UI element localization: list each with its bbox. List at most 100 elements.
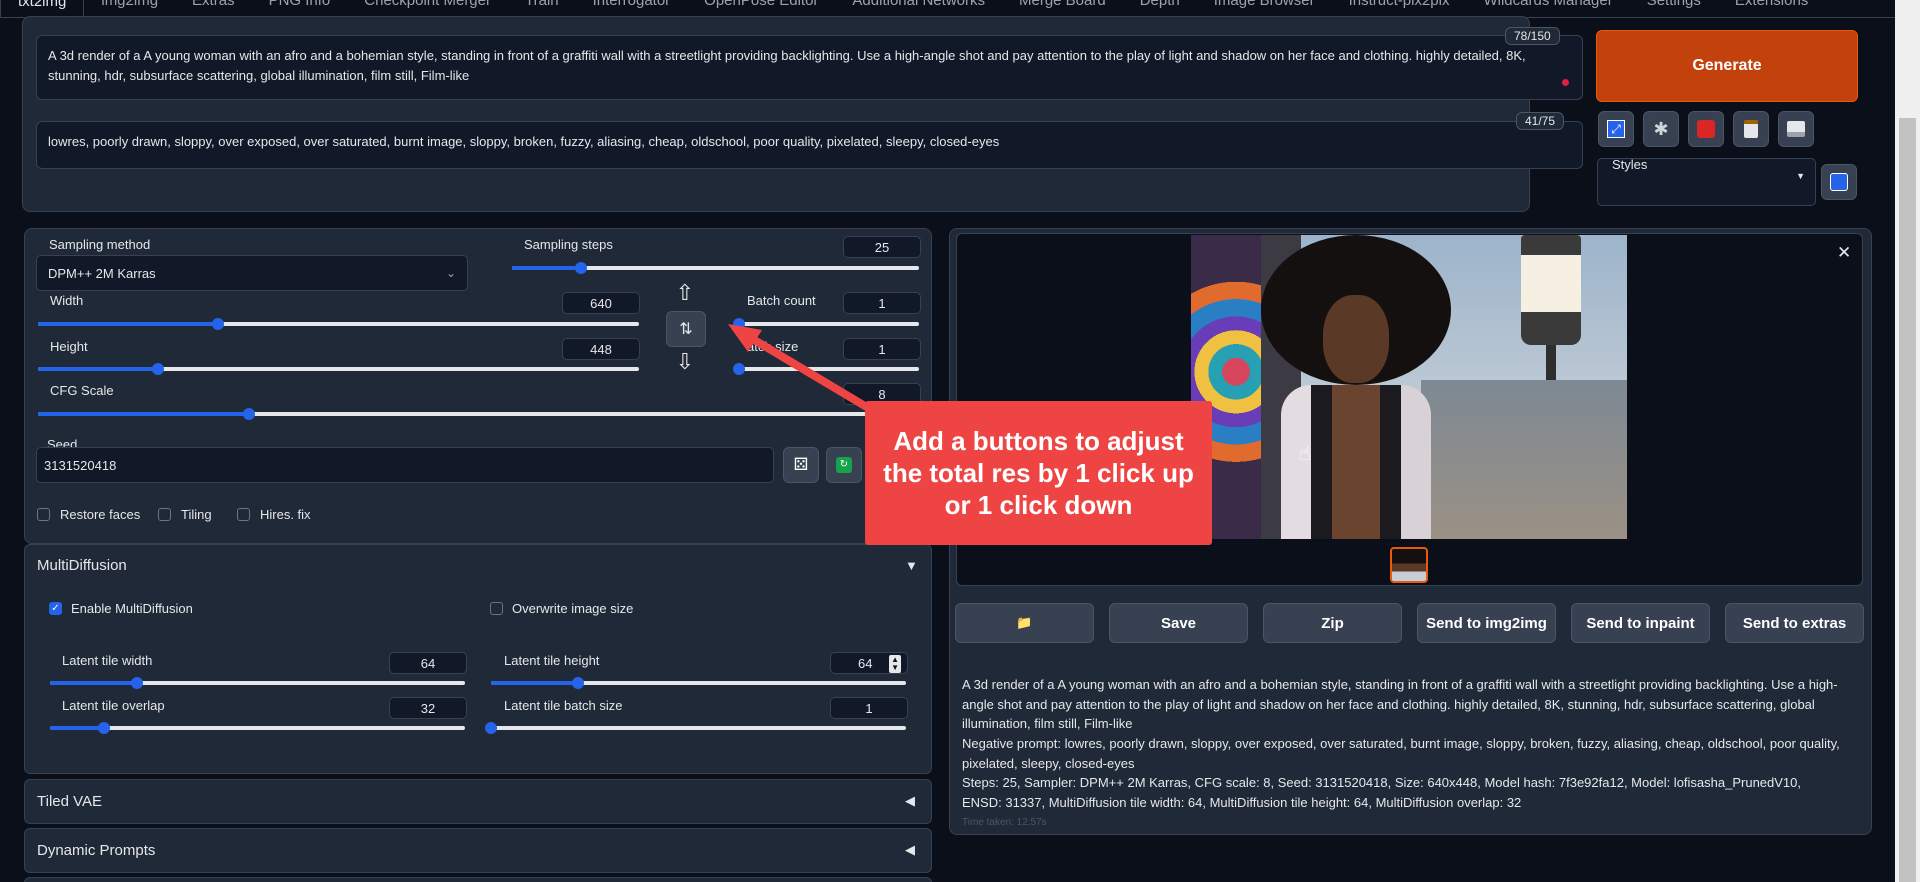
art-icon[interactable] — [1688, 111, 1724, 147]
width-slider[interactable] — [38, 318, 639, 330]
batch-size-slider[interactable] — [733, 363, 919, 375]
batch-size-input[interactable]: 1 — [843, 338, 921, 360]
height-input[interactable]: 448 — [562, 338, 640, 360]
next-accordion[interactable] — [24, 877, 932, 882]
send-to-img2img-button[interactable]: Send to img2img — [1417, 603, 1556, 643]
open-folder-button[interactable]: 📁 — [955, 603, 1094, 643]
enable-multidiffusion-checkbox[interactable]: ✓ Enable MultiDiffusion — [49, 601, 193, 616]
apply-styles-icon[interactable] — [1821, 164, 1857, 200]
positive-token-counter: 78/150 — [1505, 27, 1560, 45]
save-button[interactable]: Save — [1109, 603, 1248, 643]
generate-button[interactable]: Generate — [1596, 30, 1858, 102]
multidiffusion-title[interactable]: MultiDiffusion — [37, 557, 127, 574]
sampling-steps-slider[interactable] — [512, 262, 919, 274]
slider-fill — [38, 412, 250, 416]
width-input[interactable]: 640 — [562, 292, 640, 314]
height-slider[interactable] — [38, 363, 639, 375]
restore-faces-label: Restore faces — [60, 507, 141, 522]
generated-image[interactable] — [1191, 235, 1627, 539]
mouse-cursor-icon: ☝ — [1299, 443, 1312, 465]
generation-info-positive: A 3d render of a A young woman with an a… — [962, 677, 1838, 731]
negative-prompt-input[interactable]: lowres, poorly drawn, sloppy, over expos… — [36, 121, 1583, 169]
slider-fill — [38, 322, 219, 326]
tab-depth[interactable]: Depth — [1123, 0, 1197, 17]
cfg-scale-slider[interactable] — [38, 408, 919, 420]
tiling-checkbox[interactable]: Tiling — [158, 507, 212, 522]
tile-batch-label: Latent tile batch size — [504, 698, 623, 713]
tile-overlap-slider[interactable] — [50, 722, 465, 734]
dynamic-prompts-accordion[interactable] — [24, 828, 932, 873]
tile-width-slider[interactable] — [50, 677, 465, 689]
expand-arrow-icon[interactable]: ◀ — [905, 793, 915, 809]
random-seed-icon[interactable]: ⚄ — [783, 447, 819, 483]
tab-interrogator[interactable]: Interrogator — [576, 0, 688, 17]
checkbox-box — [490, 602, 503, 615]
tile-batch-slider[interactable] — [485, 722, 906, 734]
tile-height-label: Latent tile height — [504, 653, 600, 668]
tile-height-input[interactable]: 64 ▲ ▼ — [830, 652, 908, 674]
scrollbar-thumb[interactable] — [1899, 118, 1916, 882]
overwrite-image-size-checkbox[interactable]: Overwrite image size — [490, 601, 633, 616]
stepper-icon[interactable]: ▲ ▼ — [889, 655, 901, 673]
resolution-up-icon[interactable]: ⇧ — [668, 282, 702, 305]
hires-fix-checkbox[interactable]: Hires. fix — [237, 507, 311, 522]
sampling-steps-label: Sampling steps — [524, 237, 613, 252]
tab-extras[interactable]: Extras — [175, 0, 252, 17]
slider-handle[interactable] — [733, 363, 745, 375]
clipboard-icon[interactable] — [1733, 111, 1769, 147]
batch-size-label: atch size — [747, 339, 799, 354]
edit-icon[interactable]: ⤢ — [1598, 111, 1634, 147]
hires-fix-label: Hires. fix — [260, 507, 311, 522]
tiled-vae-title[interactable]: Tiled VAE — [37, 793, 102, 810]
send-to-extras-button[interactable]: Send to extras — [1725, 603, 1864, 643]
tab-png-info[interactable]: PNG Info — [252, 0, 348, 17]
tab-settings[interactable]: Settings — [1630, 0, 1718, 17]
overwrite-image-size-label: Overwrite image size — [512, 601, 634, 616]
tab-img2img[interactable]: img2img — [84, 0, 175, 17]
swap-dimensions-button[interactable]: ⇅ — [666, 311, 706, 347]
sampling-method-dropdown[interactable]: DPM++ 2M Karras ⌄ — [36, 255, 468, 291]
batch-count-slider[interactable] — [733, 318, 919, 330]
tab-wildcards-manager[interactable]: Wildcards Manager — [1466, 0, 1629, 17]
resolution-down-icon[interactable]: ⇩ — [668, 351, 702, 374]
positive-prompt-input[interactable]: A 3d render of a A young woman with an a… — [36, 35, 1583, 100]
tab-merge-board[interactable]: Merge Board — [1002, 0, 1123, 17]
tab-train[interactable]: Train — [508, 0, 576, 17]
batch-count-input[interactable]: 1 — [843, 292, 921, 314]
trash-icon[interactable]: ✱ — [1643, 111, 1679, 147]
dynamic-prompts-title[interactable]: Dynamic Prompts — [37, 842, 155, 859]
collapse-arrow-icon[interactable]: ▼ — [905, 558, 918, 573]
save-style-icon[interactable] — [1778, 111, 1814, 147]
tab-extensions[interactable]: Extensions — [1718, 0, 1825, 17]
slider-fill — [491, 681, 579, 685]
tab-instruct-pix2pix[interactable]: Instruct-pix2pix — [1332, 0, 1467, 17]
restore-faces-checkbox[interactable]: Restore faces — [37, 507, 140, 522]
negative-token-counter: 41/75 — [1516, 112, 1565, 130]
sampling-steps-input[interactable]: 25 — [843, 236, 921, 258]
styles-dropdown[interactable]: Styles ▼ — [1597, 157, 1816, 206]
close-icon[interactable]: ✕ — [1837, 243, 1851, 263]
tab-checkpoint-merger[interactable]: Checkpoint Merger — [347, 0, 508, 17]
tile-batch-input[interactable]: 1 — [830, 697, 908, 719]
thumbnail[interactable] — [1390, 547, 1428, 583]
tab-txt2img[interactable]: txt2img — [0, 0, 85, 17]
seed-input[interactable]: 3131520418 — [36, 447, 774, 483]
tile-overlap-input[interactable]: 32 — [389, 697, 467, 719]
slider-handle[interactable] — [485, 722, 497, 734]
slider-handle[interactable] — [733, 318, 745, 330]
reuse-seed-icon[interactable]: ↻ — [826, 447, 862, 483]
checkbox-checked-box: ✓ — [49, 602, 62, 615]
slider-handle[interactable] — [97, 722, 110, 734]
expand-arrow-icon[interactable]: ◀ — [905, 842, 915, 858]
generation-info-params: Steps: 25, Sampler: DPM++ 2M Karras, CFG… — [962, 775, 1802, 810]
tile-width-input[interactable]: 64 — [389, 652, 467, 674]
send-to-inpaint-button[interactable]: Send to inpaint — [1571, 603, 1710, 643]
tiled-vae-accordion[interactable] — [24, 779, 932, 824]
app-root: txt2img img2img Extras PNG Info Checkpoint M… — [0, 0, 1920, 882]
tab-image-browser[interactable]: Image Browser — [1197, 0, 1332, 17]
tab-openpose-editor[interactable]: OpenPose Editor — [687, 0, 835, 17]
tab-additional-networks[interactable]: Additional Networks — [835, 0, 1002, 17]
zip-button[interactable]: Zip — [1263, 603, 1402, 643]
tile-height-slider[interactable] — [491, 677, 906, 689]
page-scrollbar[interactable] — [1895, 0, 1920, 882]
